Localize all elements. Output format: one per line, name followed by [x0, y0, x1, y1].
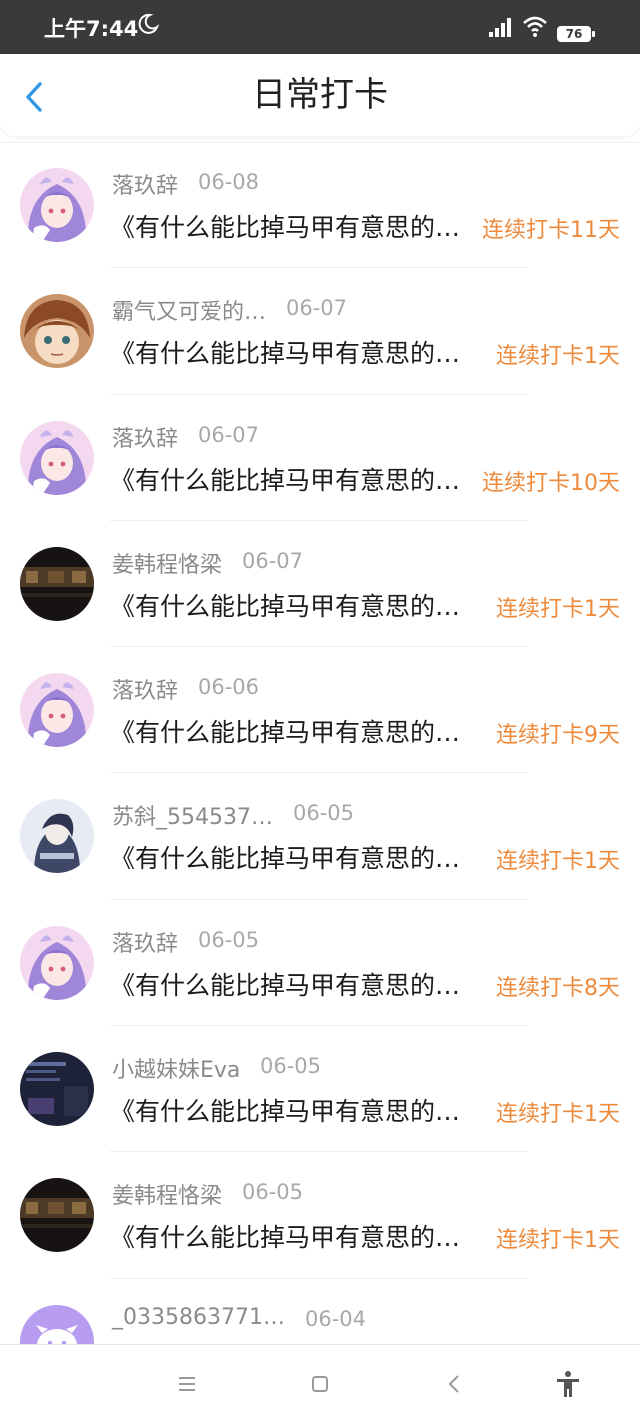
avatar[interactable]	[20, 546, 94, 621]
checkin-book-title[interactable]: 《有什么能比掉马甲有意思的事情	[110, 966, 470, 1002]
checkin-book-title[interactable]: 《有什么能比掉马甲有意思的事情	[110, 1092, 470, 1128]
user-name[interactable]: 落玖辞	[112, 673, 178, 705]
streak-badge: 连续打卡11天	[482, 218, 620, 243]
avatar[interactable]	[20, 420, 94, 495]
list-item[interactable]: 小越妹妹Eva 06-05 《有什么能比掉马甲有意思的事情 连续打卡1天	[0, 1026, 640, 1153]
checkin-date: 06-06	[198, 675, 260, 700]
checkin-date: 06-08	[198, 170, 260, 194]
checkin-book-title[interactable]: 《有什么能比掉马甲有意思的事情	[110, 587, 470, 623]
list-item[interactable]: _0335863771… 06-04	[0, 1279, 640, 1344]
signal-icon	[489, 18, 511, 37]
streak-badge: 连续打卡1天	[496, 1228, 620, 1254]
user-name[interactable]: 苏斜_554537…	[112, 799, 273, 831]
checkin-book-title[interactable]: 《有什么能比掉马甲有意思的事情	[110, 334, 470, 370]
list-item[interactable]: 落玖辞 06-08 《有什么能比掉马甲有意思的事情 连续打卡11天	[0, 142, 640, 269]
list-item[interactable]: 落玖辞 06-06 《有什么能比掉马甲有意思的事情 连续打卡9天	[0, 647, 640, 774]
list-item[interactable]: 霸气又可爱的… 06-07 《有什么能比掉马甲有意思的事情 连续打卡1天	[0, 268, 640, 395]
home-icon[interactable]	[305, 1369, 335, 1399]
menu-icon[interactable]	[172, 1369, 202, 1399]
accessibility-icon[interactable]	[553, 1369, 583, 1399]
list-item[interactable]: 姜韩程恪梁 06-07 《有什么能比掉马甲有意思的事情 连续打卡1天	[0, 521, 640, 648]
avatar[interactable]	[20, 1052, 94, 1127]
moon-icon	[138, 13, 160, 34]
user-name[interactable]: 霸气又可爱的…	[112, 294, 266, 326]
streak-badge: 连续打卡1天	[496, 596, 620, 622]
checkin-date: 06-05	[198, 927, 260, 952]
checkin-book-title[interactable]: 《有什么能比掉马甲有意思的事情	[110, 1218, 470, 1254]
status-time: 上午7:44	[44, 17, 139, 41]
checkin-date: 06-07	[242, 548, 304, 573]
streak-badge: 连续打卡9天	[496, 723, 620, 749]
streak-badge: 连续打卡8天	[496, 975, 620, 1001]
user-name[interactable]: 落玖辞	[112, 168, 178, 200]
checkin-list[interactable]: 落玖辞 06-08 《有什么能比掉马甲有意思的事情 连续打卡11天 霸气又可爱的… 06-…	[0, 142, 640, 1344]
back-button[interactable]	[22, 80, 46, 114]
list-item[interactable]: 姜韩程恪梁 06-05 《有什么能比掉马甲有意思的事情 连续打卡1天	[0, 1152, 640, 1279]
avatar[interactable]	[20, 168, 94, 242]
checkin-date: 06-07	[198, 422, 260, 447]
checkin-date: 06-05	[242, 1180, 304, 1205]
battery-level: 76	[565, 27, 583, 41]
list-item[interactable]: 落玖辞 06-05 《有什么能比掉马甲有意思的事情 连续打卡8天	[0, 900, 640, 1027]
status-bar: 上午7:44 76	[0, 0, 640, 54]
header: 日常打卡	[0, 54, 640, 136]
page-title: 日常打卡	[252, 75, 388, 115]
avatar[interactable]	[20, 673, 94, 748]
streak-badge: 连续打卡1天	[496, 1102, 620, 1128]
avatar[interactable]	[20, 799, 94, 874]
streak-badge: 连续打卡10天	[482, 470, 620, 496]
avatar[interactable]	[20, 1178, 94, 1253]
avatar[interactable]	[20, 925, 94, 1000]
avatar[interactable]	[20, 1304, 94, 1344]
checkin-date: 06-07	[286, 296, 348, 321]
list-item[interactable]: 苏斜_554537… 06-05 《有什么能比掉马甲有意思的事情 连续打卡1天	[0, 773, 640, 901]
list-item[interactable]: 落玖辞 06-07 《有什么能比掉马甲有意思的事情 连续打卡10天	[0, 395, 640, 522]
system-nav-bar	[0, 1344, 640, 1423]
checkin-book-title[interactable]: 《有什么能比掉马甲有意思的事情	[110, 208, 470, 244]
user-name[interactable]: 姜韩程恪梁	[112, 1178, 222, 1210]
user-name[interactable]: 落玖辞	[112, 926, 178, 958]
user-name[interactable]: 姜韩程恪梁	[112, 547, 222, 579]
wifi-icon	[523, 16, 547, 37]
checkin-book-title[interactable]: 《有什么能比掉马甲有意思的事情	[110, 713, 470, 749]
streak-badge: 连续打卡1天	[496, 344, 620, 370]
checkin-date: 06-05	[293, 801, 355, 826]
streak-badge: 连续打卡1天	[496, 849, 620, 875]
checkin-date: 06-05	[260, 1054, 322, 1079]
back-icon[interactable]	[440, 1369, 470, 1399]
user-name[interactable]: 落玖辞	[112, 421, 178, 453]
checkin-date: 06-04	[305, 1306, 367, 1331]
checkin-book-title[interactable]: 《有什么能比掉马甲有意思的事情	[110, 839, 470, 875]
checkin-book-title[interactable]: 《有什么能比掉马甲有意思的事情	[110, 461, 470, 497]
user-name[interactable]: _0335863771…	[112, 1305, 285, 1330]
avatar[interactable]	[20, 294, 94, 369]
user-name[interactable]: 小越妹妹Eva	[112, 1052, 240, 1084]
